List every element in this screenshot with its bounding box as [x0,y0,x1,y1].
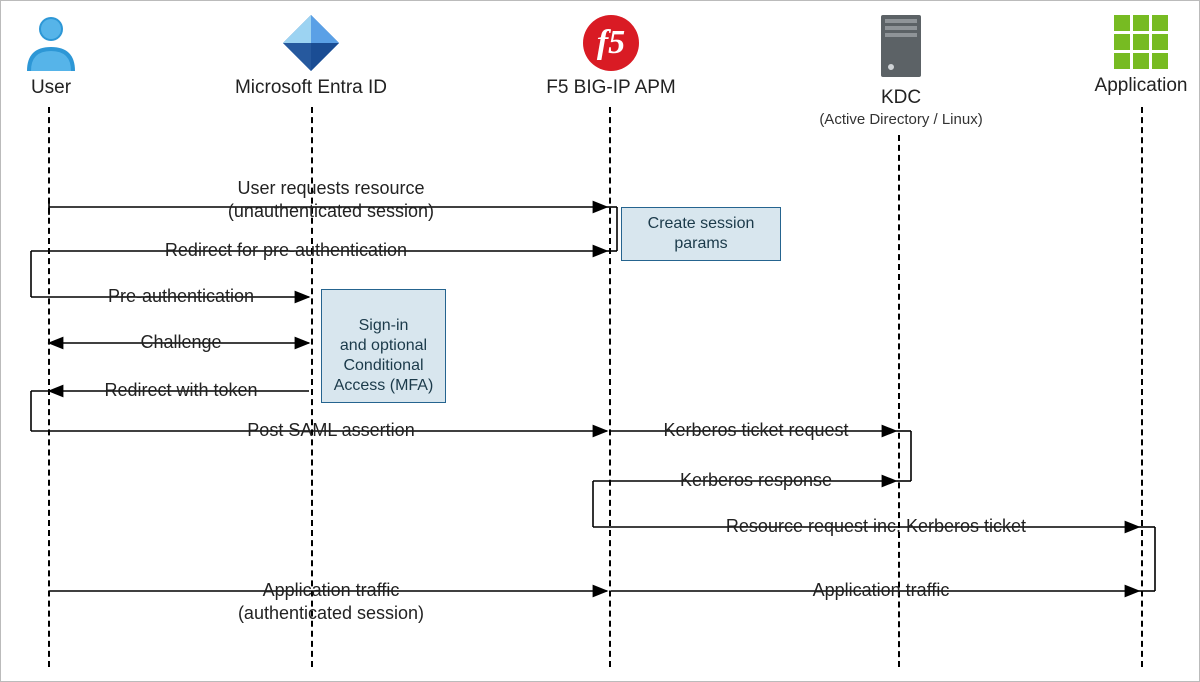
actor-entra: Microsoft Entra ID [221,13,401,99]
msg-app-traffic-right: Application traffic [701,579,1061,602]
actor-application-label: Application [1086,75,1196,97]
msg-resource-req: Resource request inc. Kerberos ticket [621,515,1131,538]
actor-user-label: User [11,77,91,99]
actor-kdc: KDC (Active Directory / Linux) [801,13,1001,128]
msg-user-requests: User requests resource (unauthenticated … [161,177,501,222]
note-signin: Sign-in and optional Conditional Access … [321,289,446,403]
msg-redirect-token: Redirect with token [61,379,301,402]
f5-icon: f5 [581,13,641,73]
actor-f5-label: F5 BIG-IP APM [536,77,686,99]
sequence-diagram: User Microsoft Entra ID f5 F5 BIG-IP APM [0,0,1200,682]
actor-entra-label: Microsoft Entra ID [221,77,401,99]
msg-app-traffic-left: Application traffic (authenticated sessi… [131,579,531,624]
server-icon [879,13,923,83]
entra-icon [279,13,343,73]
actor-user: User [11,13,91,99]
user-icon [23,13,79,73]
note-create-session: Create session params [621,207,781,261]
lifeline-f5 [609,107,611,667]
msg-challenge: Challenge [61,331,301,354]
svg-text:f5: f5 [597,24,625,61]
msg-krb-resp: Kerberos response [621,469,891,492]
actor-kdc-sublabel: (Active Directory / Linux) [801,111,1001,128]
msg-redirect-preauth: Redirect for pre-authentication [121,239,451,262]
msg-krb-req: Kerberos ticket request [621,419,891,442]
msg-preauth: Pre-authentication [61,285,301,308]
msg-post-saml: Post SAML assertion [181,419,481,442]
application-grid-icon [1112,13,1170,71]
actor-f5: f5 F5 BIG-IP APM [536,13,686,99]
note-create-session-text: Create session params [648,215,755,252]
actor-kdc-label: KDC [801,87,1001,109]
actor-application: Application [1086,13,1196,97]
lifeline-user [48,107,50,667]
note-signin-text: Sign-in and optional Conditional Access … [334,317,434,394]
lifeline-application [1141,107,1143,667]
